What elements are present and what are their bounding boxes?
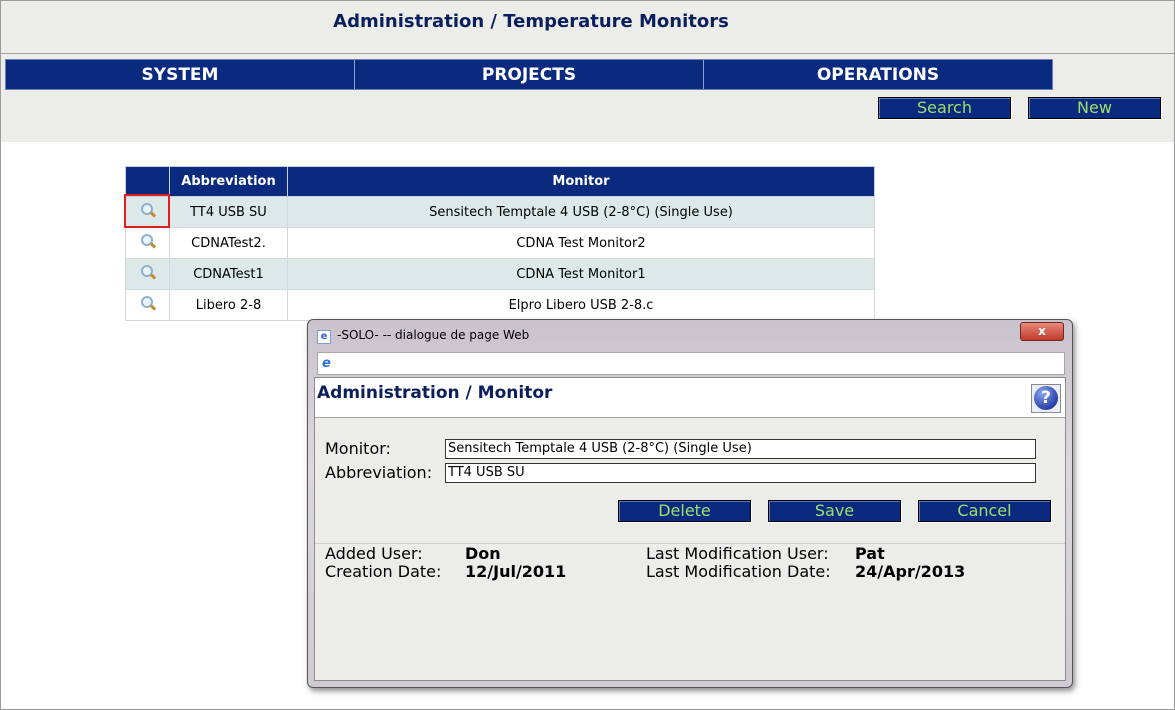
- abbreviation-cell: CDNATest2.: [169, 227, 288, 259]
- help-button[interactable]: ?: [1031, 384, 1061, 413]
- monitor-dialog: e -SOLO- -- dialogue de page Web x e Adm…: [307, 319, 1073, 688]
- abbreviation-cell: TT4 USB SU: [169, 196, 288, 228]
- table-row[interactable]: CDNATest2. CDNA Test Monitor2: [125, 227, 875, 259]
- dialog-window-title: -SOLO- -- dialogue de page Web: [337, 328, 530, 342]
- browser-icon: e: [322, 356, 331, 371]
- cancel-button[interactable]: Cancel: [918, 500, 1051, 522]
- save-button[interactable]: Save: [768, 500, 901, 522]
- new-button[interactable]: New: [1028, 97, 1161, 119]
- table-header: Abbreviation Monitor: [125, 166, 875, 197]
- magnifier-icon[interactable]: [140, 265, 156, 280]
- last-mod-user-label: Last Modification User:: [646, 544, 829, 563]
- dialog-header: Administration / Monitor ?: [315, 378, 1065, 418]
- browser-icon: e: [317, 330, 331, 344]
- last-mod-date-value: 24/Apr/2013: [855, 562, 966, 581]
- view-cell[interactable]: [125, 258, 170, 290]
- menu-projects[interactable]: PROJECTS: [355, 60, 704, 89]
- creation-date-value: 12/Jul/2011: [465, 562, 567, 581]
- main-menu: SYSTEM PROJECTS OPERATIONS: [5, 59, 1053, 90]
- help-icon: ?: [1034, 386, 1058, 410]
- abbreviation-label: Abbreviation:: [325, 463, 433, 482]
- menu-system[interactable]: SYSTEM: [6, 60, 355, 89]
- divider: [1, 53, 1174, 54]
- added-user-label: Added User:: [325, 544, 423, 563]
- monitor-label: Monitor:: [325, 439, 391, 458]
- table-row[interactable]: Libero 2-8 Elpro Libero USB 2-8.c: [125, 289, 875, 321]
- monitors-table: Abbreviation Monitor TT4 USB SU Sensitec…: [125, 166, 875, 321]
- menu-operations[interactable]: OPERATIONS: [704, 60, 1052, 89]
- view-cell[interactable]: [125, 289, 170, 321]
- creation-date-label: Creation Date:: [325, 562, 442, 581]
- col-header-view: [125, 166, 170, 197]
- table-row[interactable]: CDNATest1 CDNA Test Monitor1: [125, 258, 875, 290]
- selection-highlight: [124, 194, 170, 228]
- magnifier-icon[interactable]: [140, 296, 156, 311]
- view-cell[interactable]: [125, 227, 170, 259]
- search-button[interactable]: Search: [878, 97, 1011, 119]
- monitor-cell: CDNA Test Monitor1: [287, 258, 875, 290]
- abbreviation-field[interactable]: TT4 USB SU: [445, 463, 1036, 483]
- last-mod-user-value: Pat: [855, 544, 885, 563]
- address-bar: e: [317, 352, 1065, 375]
- page-title: Administration / Temperature Monitors: [333, 11, 729, 32]
- magnifier-icon[interactable]: [140, 234, 156, 249]
- col-header-abbreviation[interactable]: Abbreviation: [169, 166, 288, 197]
- close-button[interactable]: x: [1020, 322, 1064, 341]
- table-row[interactable]: TT4 USB SU Sensitech Temptale 4 USB (2-8…: [125, 196, 875, 228]
- dialog-body: Administration / Monitor ? Monitor: Sens…: [314, 377, 1066, 681]
- dialog-heading: Administration / Monitor: [317, 383, 553, 403]
- monitor-field[interactable]: Sensitech Temptale 4 USB (2-8°C) (Single…: [445, 439, 1036, 459]
- added-user-value: Don: [465, 544, 501, 563]
- abbreviation-cell: CDNATest1: [169, 258, 288, 290]
- monitor-cell: CDNA Test Monitor2: [287, 227, 875, 259]
- monitor-cell: Elpro Libero USB 2-8.c: [287, 289, 875, 321]
- last-mod-date-label: Last Modification Date:: [646, 562, 831, 581]
- monitor-cell: Sensitech Temptale 4 USB (2-8°C) (Single…: [287, 196, 875, 228]
- abbreviation-cell: Libero 2-8: [169, 289, 288, 321]
- delete-button[interactable]: Delete: [618, 500, 751, 522]
- col-header-monitor[interactable]: Monitor: [287, 166, 875, 197]
